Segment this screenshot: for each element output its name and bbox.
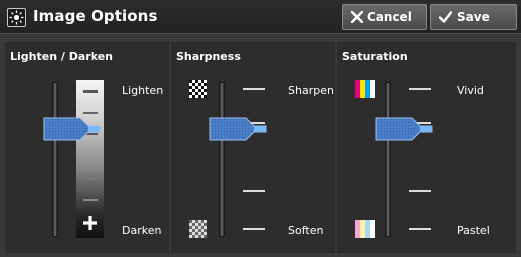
- lighten-darken-track[interactable]: [52, 82, 58, 237]
- lighten-label: Lighten: [122, 84, 164, 97]
- cancel-label: Cancel: [367, 10, 412, 24]
- checkmark-icon: [439, 11, 452, 23]
- scale-tick: [243, 228, 265, 230]
- panel-title: Saturation: [342, 50, 408, 63]
- scale-minus-mark: [83, 90, 98, 93]
- scale-tick: [409, 88, 431, 90]
- vivid-label: Vivid: [457, 84, 484, 97]
- save-label: Save: [457, 10, 490, 24]
- lightness-scale: [76, 80, 104, 238]
- pastel-color-bars-icon: [355, 220, 375, 238]
- image-options-icon: [7, 8, 26, 27]
- sharpen-checkerboard-icon: [189, 80, 207, 98]
- lighten-darken-panel: Lighten / Darken Lighten Darken: [5, 42, 169, 253]
- sharpness-track[interactable]: [219, 82, 225, 237]
- pastel-label: Pastel: [457, 224, 490, 237]
- cancel-button[interactable]: Cancel: [342, 4, 427, 30]
- lighten-darken-slider-handle[interactable]: [42, 115, 102, 143]
- x-icon: [351, 11, 363, 23]
- scale-tick: [83, 199, 98, 201]
- darken-label: Darken: [122, 224, 162, 237]
- soften-checkerboard-icon: [189, 220, 207, 238]
- title-bar: Image Options Cancel Save: [0, 0, 521, 34]
- scale-tick: [243, 190, 265, 192]
- page-title: Image Options: [33, 7, 158, 25]
- scale-tick: [83, 178, 98, 180]
- save-button[interactable]: Save: [430, 4, 517, 30]
- scale-tick: [243, 88, 265, 90]
- panel-title: Sharpness: [176, 50, 241, 63]
- vivid-color-bars-icon: [355, 80, 375, 98]
- scale-tick: [409, 190, 431, 192]
- saturation-track[interactable]: [385, 82, 391, 237]
- soften-label: Soften: [288, 224, 324, 237]
- scale-tick: [83, 112, 98, 114]
- saturation-panel: Saturation Vivid Pastel: [337, 42, 516, 253]
- sharpness-panel: Sharpness Sharpen Soften: [171, 42, 335, 253]
- saturation-slider-handle[interactable]: [374, 115, 434, 143]
- scale-tick: [409, 228, 431, 230]
- sharpen-label: Sharpen: [288, 84, 334, 97]
- sharpness-slider-handle[interactable]: [208, 115, 268, 143]
- panel-title: Lighten / Darken: [10, 50, 114, 63]
- plus-icon: [83, 216, 97, 230]
